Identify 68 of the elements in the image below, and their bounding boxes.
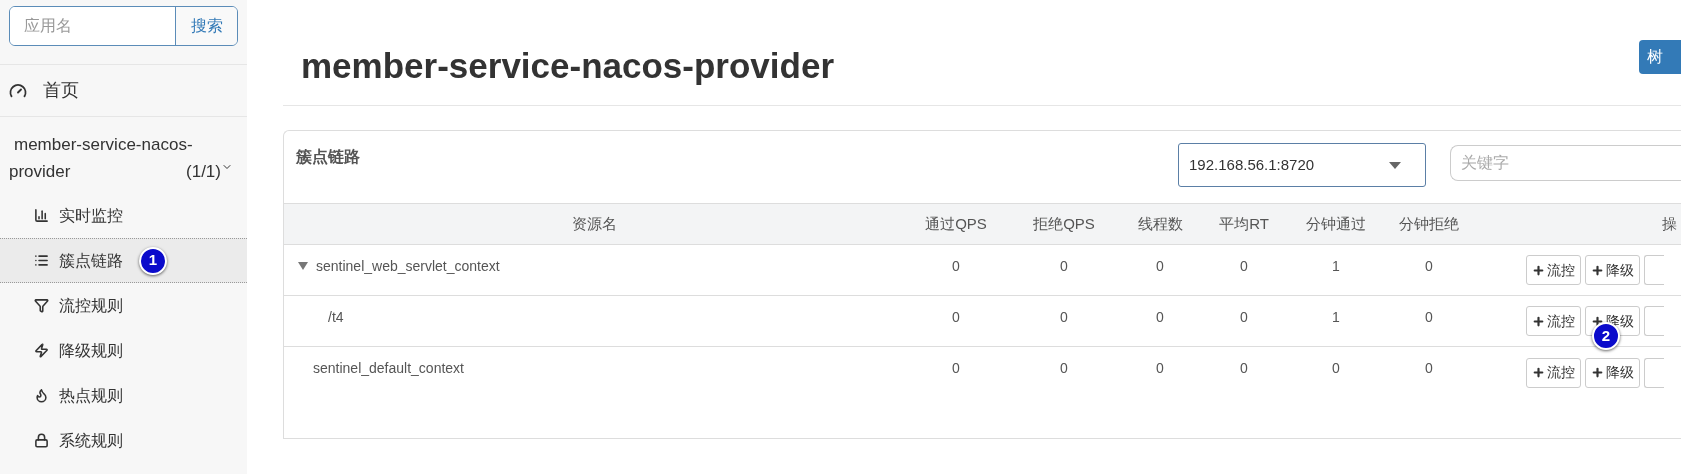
- plus-icon: [1591, 366, 1604, 379]
- flame-icon: [34, 388, 49, 403]
- sidebar-item[interactable]: 簇点链路 1: [0, 238, 247, 283]
- dropdown-caret-icon: [1389, 161, 1401, 169]
- add-rule-button[interactable]: 降级: [1585, 357, 1640, 388]
- more-button[interactable]: [1644, 255, 1664, 285]
- table-cell-text: 0: [1060, 256, 1068, 276]
- table-cell-text: 0: [1156, 307, 1164, 327]
- table-cell-text: 0: [1332, 359, 1340, 378]
- table-cell-text: 0: [952, 256, 960, 276]
- resource-name: sentinel_web_servlet_context: [316, 256, 500, 276]
- machine-select[interactable]: 192.168.56.1:8720: [1178, 143, 1426, 187]
- resource-name: /t4: [328, 307, 344, 327]
- sidebar-item[interactable]: 实时监控: [0, 193, 247, 238]
- sidebar-item[interactable]: 流控规则: [0, 283, 247, 328]
- column-header: 操: [1662, 213, 1677, 234]
- tree-view-button[interactable]: 树: [1639, 40, 1681, 74]
- table-cell-text: 0: [1060, 307, 1068, 327]
- table-cell-text: 0: [1156, 256, 1164, 276]
- plus-icon: [1532, 366, 1545, 379]
- plus-icon: [1532, 314, 1545, 328]
- more-button[interactable]: [1644, 306, 1664, 336]
- annotation-marker: 1: [139, 246, 167, 275]
- page-title: member-service-nacos-provider: [301, 45, 834, 87]
- lock-icon: [34, 433, 49, 448]
- table-cell-text: 0: [1240, 256, 1248, 276]
- resource-name: sentinel_default_context: [313, 359, 464, 378]
- table-cell-text: 1: [1332, 256, 1340, 276]
- sidebar-item[interactable]: 热点规则: [0, 373, 247, 418]
- column-header: 通过QPS: [925, 213, 987, 234]
- lightning-icon: [34, 343, 49, 358]
- table-cell-text: 0: [1425, 307, 1433, 327]
- table-cell-text: 0: [952, 307, 960, 327]
- table-cell-text: 0: [952, 359, 960, 378]
- bar-chart-icon: [34, 208, 49, 223]
- more-button[interactable]: [1644, 357, 1664, 388]
- column-header: 资源名: [571, 213, 617, 234]
- table-cell-text: 0: [1425, 256, 1433, 276]
- add-rule-button[interactable]: 流控: [1526, 357, 1581, 388]
- app-menu-header[interactable]: member-service-nacos-provider (1/1): [9, 117, 233, 193]
- dashboard-icon: [9, 81, 27, 100]
- table-cell-text: 0: [1240, 307, 1248, 327]
- column-header: 分钟通过: [1306, 213, 1366, 234]
- sidebar-item[interactable]: 系统规则: [0, 418, 247, 463]
- keyword-field[interactable]: 关键字: [1450, 145, 1681, 181]
- column-header: 平均RT: [1219, 213, 1269, 234]
- table-cell-text: 0: [1060, 359, 1068, 378]
- plus-icon: [1532, 263, 1545, 277]
- sidebar-item[interactable]: 降级规则: [0, 328, 247, 373]
- home-link[interactable]: 首页: [0, 65, 247, 117]
- table-cell-text: 0: [1156, 359, 1164, 378]
- plus-icon: [1591, 263, 1604, 277]
- plus-icon: [1591, 314, 1604, 328]
- add-rule-button[interactable]: 降级: [1585, 255, 1640, 285]
- list-icon: [34, 253, 49, 268]
- column-header: 分钟拒绝: [1399, 213, 1459, 234]
- table-cell-text: 0: [1240, 359, 1248, 378]
- column-header: 线程数: [1137, 213, 1183, 234]
- filter-icon: [34, 298, 49, 313]
- add-rule-button[interactable]: 流控: [1526, 255, 1581, 285]
- table-cell-text: 0: [1425, 359, 1433, 378]
- search-button[interactable]: 搜索: [175, 7, 237, 45]
- table-cell-text: 1: [1332, 307, 1340, 327]
- panel-title: 簇点链路: [296, 147, 360, 167]
- expanded-caret-icon[interactable]: [298, 262, 308, 270]
- column-header: 拒绝QPS: [1033, 213, 1095, 234]
- app-search-field[interactable]: 应用名 搜索: [9, 6, 238, 46]
- add-rule-button[interactable]: 流控: [1526, 306, 1581, 336]
